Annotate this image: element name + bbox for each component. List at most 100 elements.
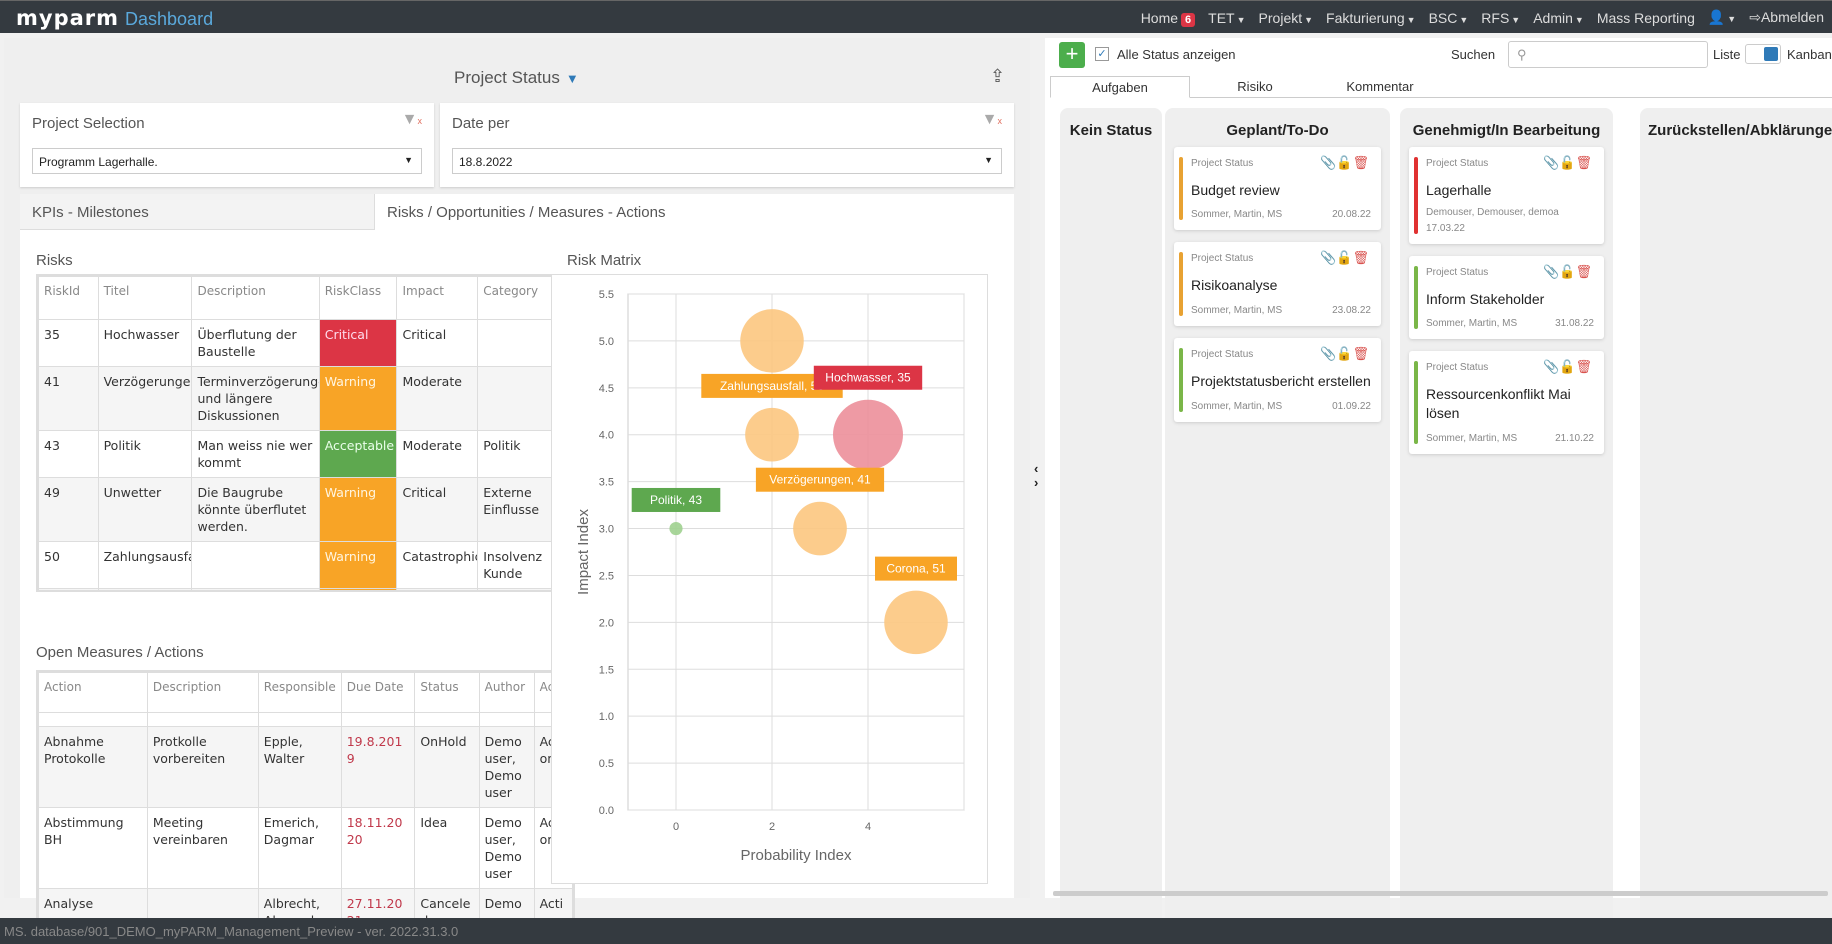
- unlock-icon[interactable]: 🔓: [1559, 359, 1575, 374]
- bubble[interactable]: [884, 590, 948, 655]
- column-header[interactable]: Due Date: [340, 672, 416, 713]
- tab-risks-measures[interactable]: Risks / Opportunities / Measures - Actio…: [375, 194, 677, 230]
- column-header[interactable]: Titel: [97, 276, 193, 320]
- bubble[interactable]: [833, 399, 903, 470]
- tab-kpis-milestones[interactable]: KPIs - Milestones: [20, 194, 375, 230]
- kanban-column: Genehmigt/In Bearbeitung Project Status …: [1400, 108, 1613, 928]
- nav-rfs[interactable]: RFS ▼: [1481, 10, 1520, 26]
- panel-toggle[interactable]: ‹ ›: [1034, 462, 1038, 490]
- attachment-icon[interactable]: 📎: [1320, 155, 1336, 170]
- column-header[interactable]: Status: [414, 672, 480, 713]
- table-row[interactable]: Abstimmung BH Meeting vereinbaren Emerich,…: [38, 807, 573, 889]
- cell-class: Warning: [318, 588, 398, 590]
- attachment-icon[interactable]: 📎: [1320, 346, 1336, 361]
- horizontal-scrollbar[interactable]: [1053, 891, 1828, 896]
- nav-admin[interactable]: Admin ▼: [1533, 10, 1584, 26]
- unlock-icon[interactable]: 🔓: [1336, 346, 1352, 361]
- kanban-card[interactable]: Project Status 📎🔓🗑 Risikoanalyse Sommer,…: [1174, 242, 1381, 326]
- trash-icon[interactable]: 🗑: [1352, 346, 1369, 361]
- share-icon[interactable]: ⇪: [990, 66, 1005, 87]
- nav-mass-reporting[interactable]: Mass Reporting: [1597, 10, 1695, 26]
- kanban-card[interactable]: Project Status 📎🔓🗑 Projektstatusbericht …: [1174, 338, 1381, 422]
- column-header[interactable]: Author: [478, 672, 535, 713]
- bubble[interactable]: [745, 407, 799, 462]
- unlock-icon[interactable]: 🔓: [1559, 155, 1575, 170]
- y-tick-label: 2.0: [599, 617, 614, 629]
- user-menu[interactable]: 👤 ▼: [1708, 9, 1736, 26]
- risks-table[interactable]: RiskId Titel Description RiskClass Impact Cat…: [36, 274, 563, 592]
- nav-fakturierung[interactable]: Fakturierung ▼: [1326, 10, 1416, 26]
- clear-filter-icon[interactable]: ▼x: [402, 111, 422, 129]
- kanban-card[interactable]: Project Status 📎🔓🗑 Lagerhalle Demouser, …: [1409, 147, 1604, 244]
- risk-matrix-svg: 0.0 0.5 1.0 1.5 2.0 2.5 3.0 3.5 4.0 4.5 5.0 5.5 0 2 4 P…: [575, 289, 965, 864]
- column-header[interactable]: RiskClass: [318, 276, 398, 320]
- logo[interactable]: myparm Dashboard: [16, 6, 213, 30]
- column-header[interactable]: Category: [477, 276, 553, 320]
- risks-title: Risks: [36, 252, 73, 269]
- cell-class: Acceptable: [318, 430, 398, 478]
- cell-type: Action: [533, 888, 573, 918]
- kanban-card[interactable]: Project Status 📎🔓🗑 Budget review Sommer,…: [1174, 147, 1381, 230]
- search-icon: ⚲: [1517, 47, 1527, 62]
- unlock-icon[interactable]: 🔓: [1559, 264, 1575, 279]
- trash-icon[interactable]: 🗑: [1575, 264, 1592, 279]
- attachment-icon[interactable]: 📎: [1543, 155, 1559, 170]
- y-tick-label: 1.0: [599, 711, 614, 723]
- clear-filter-icon[interactable]: ▼x: [982, 111, 1002, 129]
- tab-aufgaben[interactable]: Aufgaben: [1050, 76, 1190, 98]
- tab-risiko[interactable]: Risiko: [1205, 76, 1305, 98]
- search-input[interactable]: ⚲: [1508, 41, 1708, 68]
- unlock-icon[interactable]: 🔓: [1336, 250, 1352, 265]
- table-row[interactable]: 41VerzögerungenTerminverzögerungen und l…: [38, 366, 553, 431]
- cell-impact: Catastrophic: [396, 541, 479, 589]
- project-select[interactable]: Programm Lagerhalle. ▼: [32, 148, 422, 174]
- nav-projekt[interactable]: Projekt ▼: [1259, 10, 1314, 26]
- attachment-icon[interactable]: 📎: [1320, 250, 1336, 265]
- table-row[interactable]: 51CoronaAusfall von MitarbeiternWarningM…: [38, 588, 553, 590]
- column-header[interactable]: Responsible: [257, 672, 342, 713]
- filter-icon[interactable]: ▼: [566, 71, 579, 86]
- kanban-card[interactable]: Project Status 📎🔓🗑 Inform Stakeholder So…: [1409, 256, 1604, 339]
- unlock-icon[interactable]: 🔓: [1336, 155, 1352, 170]
- column-header[interactable]: Impact: [396, 276, 479, 320]
- table-row[interactable]: 49 Unwetter Die Baugrube könnte überflutet…: [38, 477, 553, 542]
- column-header[interactable]: Description: [191, 276, 320, 320]
- caret-down-icon: ▼: [984, 155, 993, 165]
- view-toggle[interactable]: [1745, 44, 1781, 64]
- project-status-panel: Project Status ▼ ⇪ Project Selection ▼x P…: [4, 38, 1030, 920]
- table-row[interactable]: Abnahme Protokolle Protkolle vorbereiten E…: [38, 726, 573, 808]
- kanban-card[interactable]: Project Status 📎🔓🗑 Ressourcenkonflikt Ma…: [1409, 351, 1604, 454]
- attachment-icon[interactable]: 📎: [1543, 359, 1559, 374]
- bubble-label: Verzögerungen, 41: [769, 473, 871, 487]
- nav-bsc[interactable]: BSC ▼: [1429, 10, 1469, 26]
- table-row[interactable]: 35 Hochwasser Überflutung der Baustelle Cri…: [38, 319, 553, 367]
- logout-button[interactable]: ⇨Abmelden: [1749, 9, 1824, 26]
- top-navbar: myparm Dashboard Home 6 TET ▼ Projekt ▼ Fakt…: [0, 0, 1832, 33]
- attachment-icon[interactable]: 📎: [1543, 264, 1559, 279]
- date-select[interactable]: 18.8.2022 ▼: [452, 148, 1002, 174]
- measures-table[interactable]: Action Description Responsible Due Date Stat…: [36, 670, 575, 920]
- trash-icon[interactable]: 🗑: [1352, 250, 1369, 265]
- nav-tet[interactable]: TET ▼: [1208, 10, 1245, 26]
- table-row[interactable]: 50Zahlungsausfall WarningCatastrophicInso…: [38, 541, 553, 589]
- trash-icon[interactable]: 🗑: [1575, 359, 1592, 374]
- bubble[interactable]: [740, 309, 804, 373]
- add-button[interactable]: +: [1059, 42, 1085, 68]
- column-header[interactable]: Description: [146, 672, 259, 713]
- table-row[interactable]: Analyse Albrecht, Alexander27.11.2021Canc…: [38, 888, 573, 918]
- nav-home[interactable]: Home 6: [1141, 10, 1196, 27]
- bubble[interactable]: [669, 521, 683, 536]
- column-header[interactable]: RiskId: [38, 276, 99, 320]
- tab-kommentar[interactable]: Kommentar: [1325, 76, 1435, 98]
- trash-icon[interactable]: 🗑: [1352, 155, 1369, 170]
- show-all-checkbox[interactable]: ✓: [1095, 47, 1109, 61]
- cell-category: [477, 319, 553, 367]
- trash-icon[interactable]: 🗑: [1575, 155, 1592, 170]
- x-tick-label: 2: [769, 821, 775, 833]
- column-title: Geplant/To-Do: [1226, 122, 1329, 139]
- bubble-label: Zahlungsausfall, 50: [720, 379, 824, 393]
- table-row[interactable]: 43 Politik Man weiss nie wer kommt Acceptab…: [38, 430, 553, 478]
- cell-desc: [146, 888, 259, 918]
- bubble[interactable]: [793, 501, 847, 556]
- column-header[interactable]: Action: [38, 672, 148, 713]
